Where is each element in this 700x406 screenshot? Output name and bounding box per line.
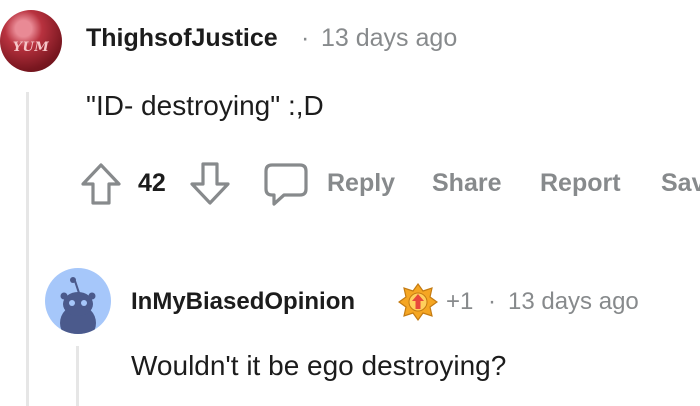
meta-separator: · [301, 24, 310, 52]
comment-timestamp[interactable]: 13 days ago [508, 288, 639, 316]
snoo-icon [60, 277, 96, 334]
share-button[interactable]: Share [432, 169, 501, 198]
save-button[interactable]: Save [661, 169, 700, 198]
comment-username[interactable]: ThighsofJustice [86, 24, 278, 53]
reply-button[interactable]: Reply [327, 169, 395, 198]
user-avatar[interactable]: YUM [0, 10, 62, 72]
comment-body: Wouldn't it be ego destroying? [131, 350, 507, 381]
thread-line[interactable] [76, 346, 79, 406]
avatar-text: YUM [12, 40, 50, 55]
meta-separator: · [488, 288, 496, 315]
comment-timestamp[interactable]: 13 days ago [321, 24, 457, 53]
thread-line[interactable] [26, 92, 29, 406]
upvote-icon[interactable] [80, 162, 122, 206]
vote-score: 42 [138, 169, 166, 197]
report-button[interactable]: Report [540, 169, 621, 198]
downvote-icon[interactable] [188, 160, 232, 206]
snoo-avatar[interactable] [45, 268, 111, 334]
comment-username[interactable]: InMyBiasedOpinion [131, 288, 355, 316]
comment-body: "ID- destroying" :,D [86, 90, 324, 121]
award-icon[interactable] [398, 282, 438, 322]
reply-icon[interactable] [262, 161, 310, 207]
award-count: +1 [446, 288, 474, 315]
